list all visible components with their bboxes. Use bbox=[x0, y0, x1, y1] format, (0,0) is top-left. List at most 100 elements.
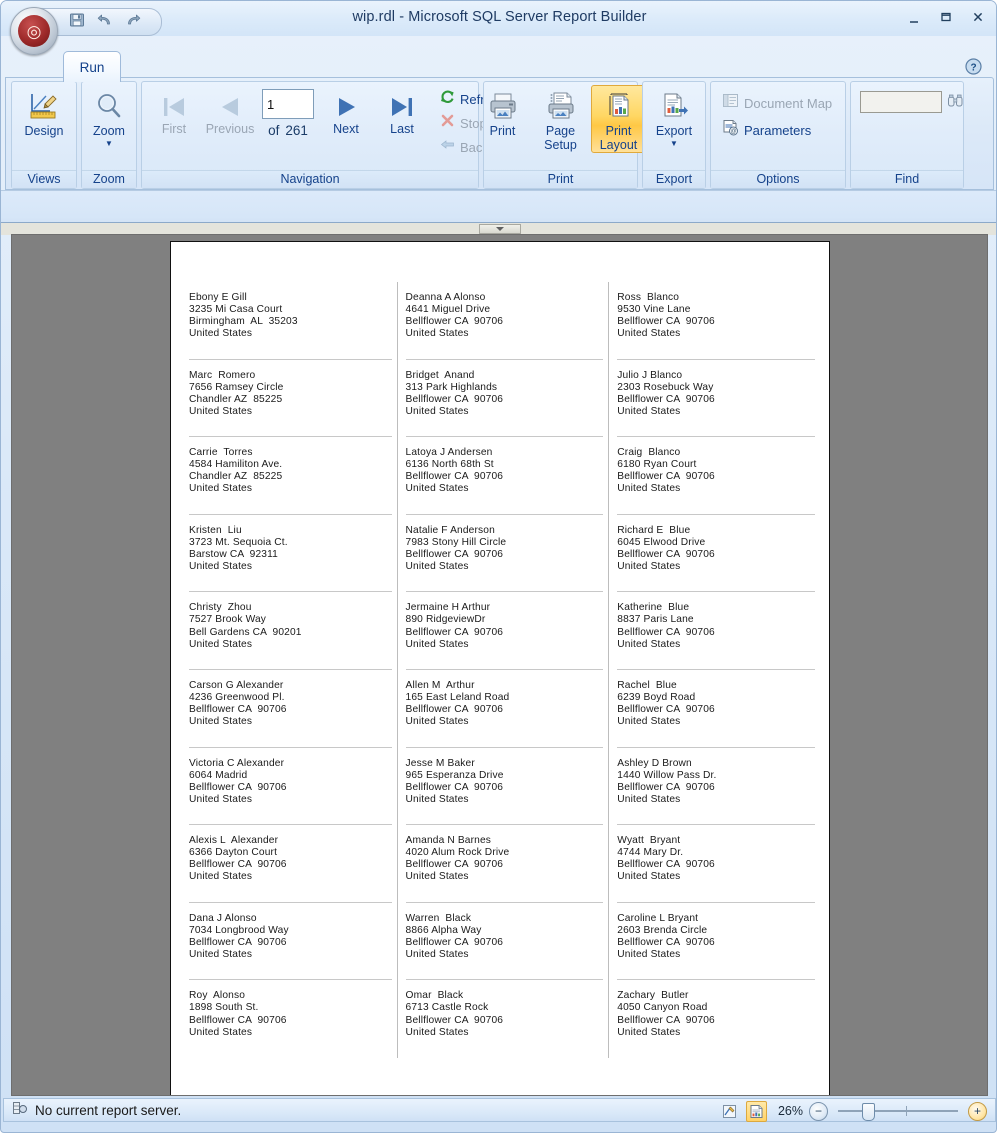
minimize-button[interactable] bbox=[904, 7, 924, 27]
label-name: Katherine Blue bbox=[617, 602, 815, 614]
page-number-input[interactable] bbox=[262, 89, 314, 119]
label-name: Wyatt Bryant bbox=[617, 835, 815, 847]
label-street: 965 Esperanza Drive bbox=[406, 770, 604, 782]
svg-text:?: ? bbox=[970, 62, 976, 73]
tab-run-label: Run bbox=[80, 60, 105, 75]
label-street: 313 Park Highlands bbox=[406, 382, 604, 394]
parameters-button[interactable]: @ Parameters bbox=[718, 119, 818, 141]
label-country: United States bbox=[189, 1027, 392, 1039]
label-city: Bellflower CA 90706 bbox=[406, 627, 604, 639]
page-setup-button[interactable]: Page Setup bbox=[533, 85, 589, 153]
label-country: United States bbox=[406, 406, 604, 418]
last-page-button[interactable]: Last bbox=[374, 87, 430, 138]
label-city: Bellflower CA 90706 bbox=[617, 471, 815, 483]
chevron-down-icon[interactable]: ▼ bbox=[105, 140, 113, 147]
label-cell: Caroline L Bryant 2603 Brenda Circle Bel… bbox=[617, 903, 815, 981]
maximize-button[interactable] bbox=[936, 8, 956, 26]
label-city: Bellflower CA 90706 bbox=[406, 549, 604, 561]
document-map-button[interactable]: Document Map bbox=[718, 92, 839, 114]
label-street: 7034 Longbrood Way bbox=[189, 925, 392, 937]
label-street: 6239 Boyd Road bbox=[617, 692, 815, 704]
zoom-out-glyph: − bbox=[815, 1105, 822, 1117]
label-name: Jermaine H Arthur bbox=[406, 602, 604, 614]
next-page-button[interactable]: Next bbox=[318, 87, 374, 138]
label-name: Bridget Anand bbox=[406, 370, 604, 382]
label-street: 7656 Ramsey Circle bbox=[189, 382, 392, 394]
label-cell: Julio J Blanco 2303 Rosebuck Way Bellflo… bbox=[617, 360, 815, 438]
document-map-label: Document Map bbox=[744, 96, 832, 111]
server-icon bbox=[12, 1100, 28, 1121]
print-button-label: Print bbox=[490, 125, 516, 139]
label-street: 165 East Leland Road bbox=[406, 692, 604, 704]
print-layout-toggle-icon[interactable] bbox=[719, 1101, 740, 1122]
label-country: United States bbox=[189, 716, 392, 728]
label-city: Bellflower CA 90706 bbox=[406, 704, 604, 716]
label-name: Julio J Blanco bbox=[617, 370, 815, 382]
report-viewer-area[interactable]: Ebony E Gill 3235 Mi Casa Court Birmingh… bbox=[11, 234, 988, 1096]
label-city: Bellflower CA 90706 bbox=[189, 1015, 392, 1027]
label-name: Latoya J Andersen bbox=[406, 447, 604, 459]
label-cell: Jermaine H Arthur 890 RidgeviewDr Bellfl… bbox=[406, 592, 604, 670]
zoom-in-button[interactable]: + bbox=[968, 1102, 987, 1121]
label-city: Bellflower CA 90706 bbox=[406, 937, 604, 949]
ribbon-group-zoom-label: Zoom bbox=[82, 170, 136, 188]
label-street: 2603 Brenda Circle bbox=[617, 925, 815, 937]
label-name: Rachel Blue bbox=[617, 680, 815, 692]
label-country: United States bbox=[406, 639, 604, 651]
splitter-grip[interactable] bbox=[479, 224, 521, 234]
label-name: Christy Zhou bbox=[189, 602, 392, 614]
label-cell: Bridget Anand 313 Park Highlands Bellflo… bbox=[406, 360, 604, 438]
label-column-3: Ross Blanco 9530 Vine Lane Bellflower CA… bbox=[608, 282, 815, 1058]
label-street: 4020 Alum Rock Drive bbox=[406, 847, 604, 859]
find-input[interactable] bbox=[860, 91, 942, 113]
label-street: 6064 Madrid bbox=[189, 770, 392, 782]
label-name: Carson G Alexander bbox=[189, 680, 392, 692]
application-menu-orb[interactable]: ◎ bbox=[10, 7, 58, 55]
label-country: United States bbox=[406, 871, 604, 883]
label-country: United States bbox=[189, 639, 392, 651]
label-name: Marc Romero bbox=[189, 370, 392, 382]
save-icon[interactable] bbox=[69, 12, 85, 28]
label-country: United States bbox=[406, 949, 604, 961]
quick-access-buttons bbox=[69, 12, 141, 28]
export-button[interactable]: Export ▼ bbox=[646, 85, 702, 148]
print-layout-button[interactable]: Print Layout bbox=[591, 85, 647, 153]
back-arrow-icon bbox=[440, 137, 455, 157]
label-city: Bellflower CA 90706 bbox=[617, 704, 815, 716]
label-city: Bellflower CA 90706 bbox=[617, 782, 815, 794]
last-page-label: Last bbox=[390, 123, 414, 137]
label-country: United States bbox=[617, 716, 815, 728]
label-cell: Omar Black 6713 Castle Rock Bellflower C… bbox=[406, 980, 604, 1058]
label-city: Bellflower CA 90706 bbox=[617, 549, 815, 561]
status-message: No current report server. bbox=[35, 1103, 181, 1118]
binoculars-icon[interactable] bbox=[947, 93, 964, 114]
zoom-slider-thumb[interactable] bbox=[862, 1103, 875, 1121]
label-country: United States bbox=[617, 794, 815, 806]
chevron-down-icon[interactable]: ▼ bbox=[670, 140, 678, 147]
ribbon-group-views: Design Views bbox=[11, 81, 77, 189]
first-page-button[interactable]: First bbox=[146, 87, 202, 138]
label-country: United States bbox=[617, 561, 815, 573]
zoom-slider[interactable] bbox=[834, 1102, 962, 1120]
label-cell: Katherine Blue 8837 Paris Lane Bellflowe… bbox=[617, 592, 815, 670]
page-view-toggle-icon[interactable] bbox=[746, 1101, 767, 1122]
help-icon[interactable]: ? bbox=[965, 58, 982, 75]
redo-icon[interactable] bbox=[125, 12, 141, 28]
label-cell: Warren Black 8866 Alpha Way Bellflower C… bbox=[406, 903, 604, 981]
label-country: United States bbox=[617, 483, 815, 495]
label-cell: Dana J Alonso 7034 Longbrood Way Bellflo… bbox=[189, 903, 392, 981]
label-name: Deanna A Alonso bbox=[406, 292, 604, 304]
undo-icon[interactable] bbox=[97, 12, 113, 28]
zoom-out-button[interactable]: − bbox=[809, 1102, 828, 1121]
design-button[interactable]: Design bbox=[16, 85, 72, 140]
tab-run[interactable]: Run bbox=[63, 51, 121, 82]
ribbon-group-zoom: Zoom ▼ Zoom bbox=[81, 81, 137, 189]
label-country: United States bbox=[617, 871, 815, 883]
label-cell: Ross Blanco 9530 Vine Lane Bellflower CA… bbox=[617, 282, 815, 360]
print-button[interactable]: Print bbox=[475, 85, 531, 140]
label-country: United States bbox=[406, 483, 604, 495]
previous-page-button[interactable]: Previous bbox=[202, 87, 258, 138]
close-button[interactable] bbox=[968, 8, 988, 26]
label-street: 8837 Paris Lane bbox=[617, 614, 815, 626]
zoom-button[interactable]: Zoom ▼ bbox=[81, 85, 137, 148]
